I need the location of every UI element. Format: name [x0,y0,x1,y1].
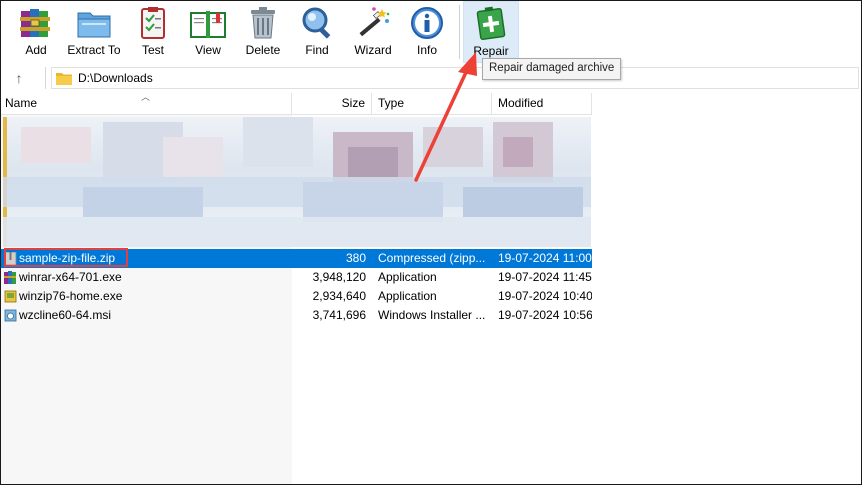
file-type: Windows Installer ... [378,308,486,322]
trash-can-icon [251,7,275,39]
find-label: Find [305,43,329,57]
delete-button[interactable]: Delete [241,1,285,61]
file-size: 380 [345,251,366,265]
first-aid-kit-icon [476,6,506,41]
msi-installer-icon [4,309,17,322]
view-label: View [195,43,221,57]
column-header-size[interactable]: Size [292,93,372,115]
info-label: Info [416,43,437,57]
file-row-winzip[interactable]: winzip76-home.exe 2,934,640 Application … [1,287,592,306]
info-icon [411,7,443,39]
repair-label: Repair [473,44,509,58]
file-row-sample-zip[interactable]: sample-zip-file.zip 380 Compressed (zipp… [1,248,592,268]
file-name: winzip76-home.exe [19,289,123,303]
open-book-icon [190,11,226,38]
address-bar[interactable]: D:\Downloads [51,67,859,89]
file-row-wzcline[interactable]: wzcline60-64.msi 3,741,696 Windows Insta… [1,306,592,325]
test-button[interactable]: Test [133,1,173,61]
column-header-name[interactable]: Name ︿ [1,92,292,115]
blurred-region [3,117,591,247]
view-button[interactable]: View [185,1,231,61]
toolbar: Add Extract To Test View Delete Find Wiz… [1,1,861,63]
wizard-label: Wizard [354,43,392,57]
delete-label: Delete [245,43,281,57]
magnifier-icon [302,7,331,39]
extract-to-label: Extract To [67,43,121,57]
up-arrow-icon[interactable]: ↑ [9,68,29,88]
add-label: Add [25,43,47,57]
repair-button[interactable]: Repair [463,1,519,63]
repair-tooltip: Repair damaged archive [482,58,622,80]
column-header-modified[interactable]: Modified [492,93,592,115]
file-modified: 19-07-2024 11:45 [498,270,592,284]
column-header-type[interactable]: Type [372,93,492,115]
toolbar-separator [459,5,460,59]
file-type: Application [378,270,437,284]
sort-ascending-icon: ︿ [141,92,151,102]
winrar-books-icon [20,9,50,37]
add-button[interactable]: Add [15,1,57,61]
file-modified: 19-07-2024 10:56 [498,308,592,322]
magic-wand-icon [359,7,390,37]
file-modified: 19-07-2024 11:00 [498,251,592,265]
folder-extract-icon [77,12,111,38]
wizard-button[interactable]: Wizard [349,1,397,61]
file-size: 3,741,696 [312,308,366,322]
extract-to-button[interactable]: Extract To [65,1,123,61]
highlight-box [4,248,128,267]
column-header-name-label: Name [5,96,38,110]
file-name: winrar-x64-701.exe [19,270,122,284]
file-name: wzcline60-64.msi [19,308,112,322]
winzip-exe-icon [4,290,17,303]
test-label: Test [141,43,164,57]
file-type: Compressed (zipp... [378,251,486,265]
winrar-exe-icon [4,271,16,284]
winrar-window: Add Extract To Test View Delete Find Wiz… [0,0,862,485]
info-button[interactable]: Info [407,1,447,61]
file-row-winrar[interactable]: winrar-x64-701.exe 3,948,120 Application… [1,268,592,287]
file-type: Application [378,289,437,303]
file-size: 3,948,120 [312,270,366,284]
clipboard-check-icon [141,7,165,39]
address-row: ↑ D:\Downloads [1,65,861,91]
find-button[interactable]: Find [297,1,337,61]
address-separator [45,67,46,89]
folder-icon [56,73,72,85]
file-list: Name ︿ Size Type Modified sample-zip-fil… [1,92,592,484]
file-modified: 19-07-2024 10:40 [498,289,592,303]
address-path: D:\Downloads [78,71,153,85]
file-size: 2,934,640 [312,289,366,303]
